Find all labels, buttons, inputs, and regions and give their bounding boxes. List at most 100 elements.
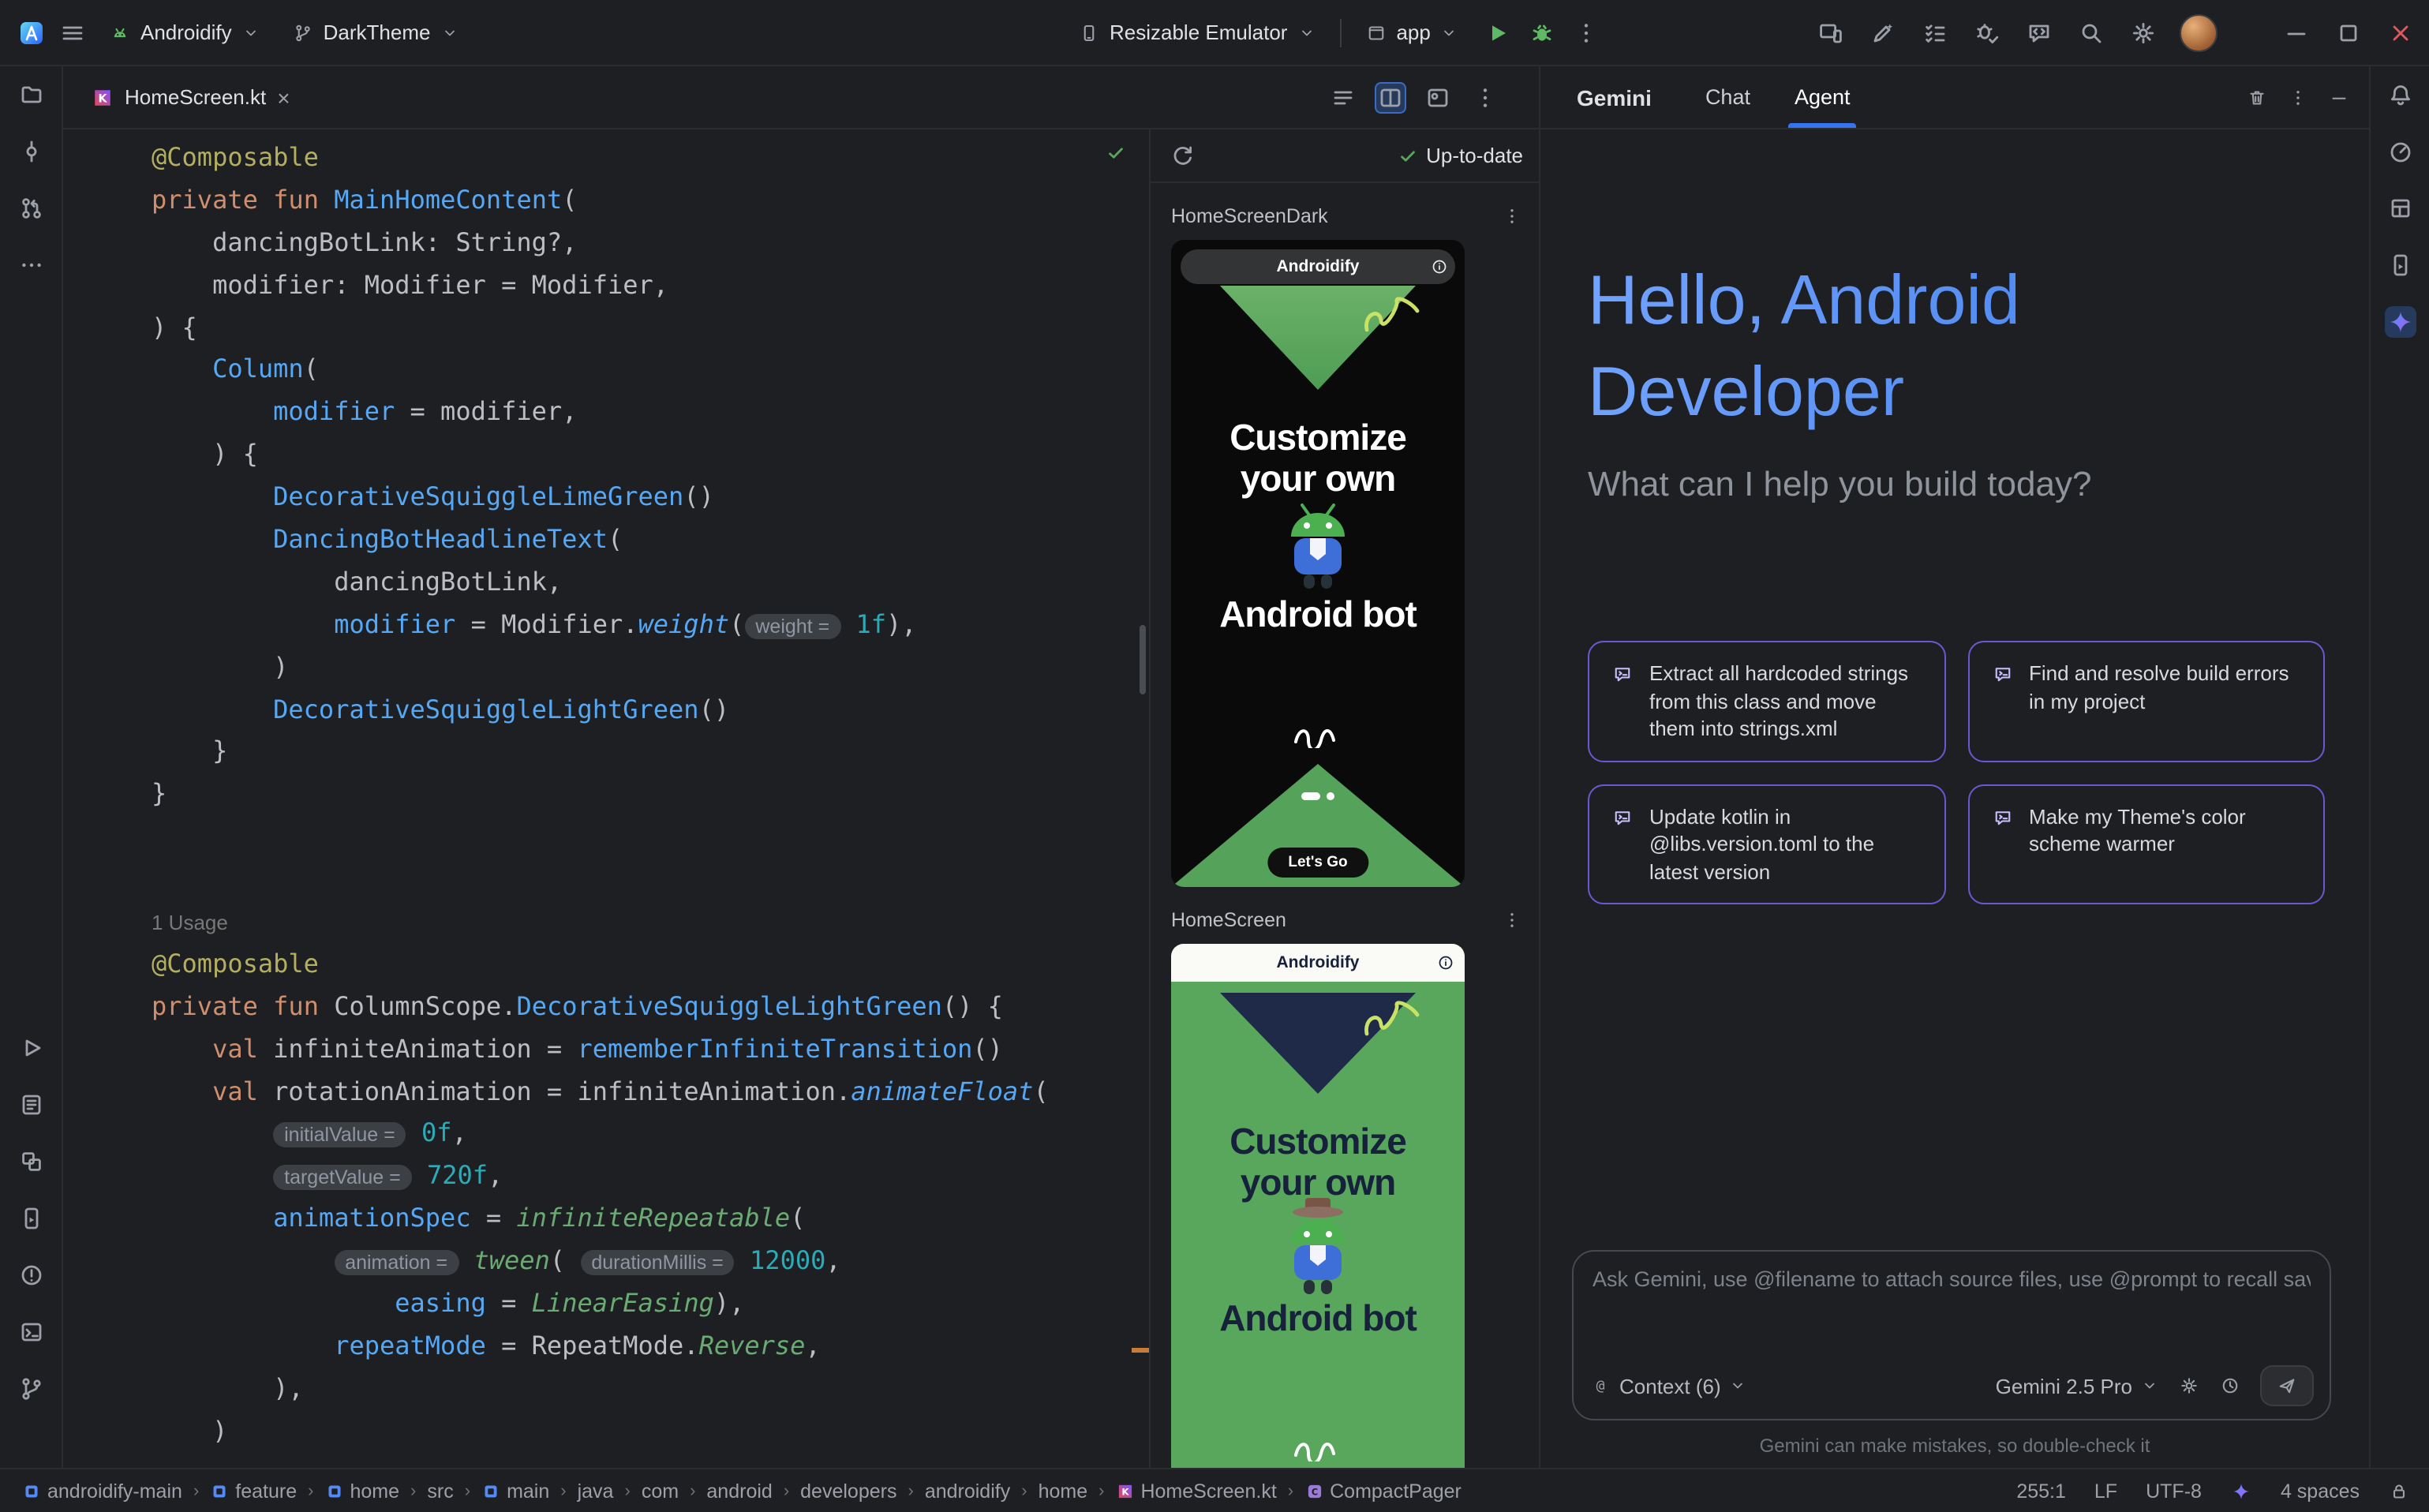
debug-button[interactable] [1527,17,1559,48]
project-folder-icon[interactable] [15,79,47,110]
breadcrumb-item[interactable]: home [1035,1480,1091,1502]
inspections-ok-icon[interactable] [1105,142,1127,164]
close-button[interactable] [2385,17,2416,48]
code-line[interactable]: Column( [152,350,1149,392]
breadcrumb-item[interactable]: developers [797,1480,900,1502]
editor-scrollbar[interactable] [1140,625,1146,694]
file-encoding[interactable]: UTF-8 [2146,1480,2202,1502]
run-config-selector[interactable]: app [1353,14,1469,51]
gemini-settings-icon[interactable] [2178,1375,2200,1397]
split-view-button[interactable] [1375,81,1406,113]
code-editor[interactable]: @Composableprivate fun MainHomeContent( … [63,129,1149,1468]
breadcrumb-item[interactable]: com [638,1480,682,1502]
caret-position[interactable]: 255:1 [2016,1480,2066,1502]
code-line[interactable]: modifier: Modifier = Modifier, [152,264,1149,307]
lock-icon[interactable] [2388,1480,2410,1502]
gemini-tab-chat[interactable]: Chat [1705,66,1750,128]
code-line[interactable]: private fun MainHomeContent( [152,180,1149,223]
code-line[interactable]: @Composable [152,944,1149,986]
terminal-icon[interactable] [15,1316,47,1348]
git-branch-icon[interactable] [15,1373,47,1405]
breadcrumb-item[interactable]: CCompactPager [1301,1480,1465,1502]
code-line[interactable]: val rotationAnimation = infiniteAnimatio… [152,1071,1149,1113]
pull-requests-icon[interactable] [15,193,47,224]
code-line[interactable]: } [152,774,1149,817]
code-line[interactable]: DecorativeSquiggleLightGreen() [152,689,1149,732]
preview-phone-light[interactable]: Androidify Customizeyour own [1171,944,1465,1468]
notifications-icon[interactable] [2384,79,2416,110]
code-line[interactable]: dancingBotLink, [152,562,1149,604]
code-line[interactable]: val infiniteAnimation = rememberInfinite… [152,1028,1149,1071]
code-line[interactable]: targetValue = 720f, [152,1156,1149,1199]
editor-more-icon[interactable] [1469,81,1501,113]
code-line[interactable]: ) [152,1410,1149,1453]
breadcrumb-item[interactable]: java [575,1480,617,1502]
history-icon[interactable] [2219,1375,2241,1397]
project-selector[interactable]: Androidify [98,14,271,51]
gemini-more-icon[interactable] [2287,86,2309,108]
code-view-button[interactable] [1327,81,1359,113]
code-line[interactable]: DecorativeSquiggleLimeGreen() [152,477,1149,519]
code-line[interactable]: easing = LinearEasing), [152,1283,1149,1326]
lets-go-button[interactable]: Let's Go [1267,848,1368,878]
gemini-suggestion-card[interactable]: Update kotlin in @libs.version.toml to t… [1588,784,1945,904]
more-run-actions-icon[interactable] [1571,17,1603,48]
code-line[interactable]: @Composable [152,137,1149,180]
run-button[interactable] [1483,17,1514,48]
code-chat-icon[interactable] [2023,17,2055,48]
settings-gear-icon[interactable] [2128,17,2159,48]
code-line[interactable]: ), [152,1368,1149,1411]
breadcrumb-item[interactable]: main [478,1480,552,1502]
design-view-button[interactable] [1422,81,1454,113]
build-variants-icon[interactable] [15,1146,47,1177]
device-selector[interactable]: Resizable Emulator [1067,14,1327,51]
breadcrumb-item[interactable]: src [424,1480,456,1502]
breadcrumb-item[interactable]: home [321,1480,402,1502]
line-separator[interactable]: LF [2094,1480,2117,1502]
layout-inspector-icon[interactable] [2384,193,2416,224]
code-line[interactable] [152,859,1149,901]
model-selector[interactable]: Gemini 2.5 Pro [1996,1374,2159,1398]
code-line[interactable]: private fun ColumnScope.DecorativeSquigg… [152,986,1149,1029]
code-line[interactable]: ) { [152,307,1149,350]
code-line[interactable]: repeatMode = RepeatMode.Reverse, [152,1326,1149,1368]
gemini-suggestion-card[interactable]: Make my Theme's color scheme warmer [1967,784,2325,904]
code-line[interactable]: animationSpec = infiniteRepeatable( [152,1199,1149,1241]
logcat-icon[interactable] [15,1089,47,1121]
vcs-branch-selector[interactable]: DarkTheme [281,14,470,51]
code-line[interactable]: initialValue = 0f, [152,1113,1149,1156]
code-line[interactable]: modifier = modifier, [152,392,1149,435]
code-line[interactable]: 1 Usage [152,901,1149,944]
hide-panel-icon[interactable] [2328,86,2350,108]
more-horizontal-icon[interactable] [15,249,47,281]
breadcrumb-item[interactable]: KHomeScreen.kt [1112,1480,1279,1502]
minimize-button[interactable] [2281,17,2312,48]
code-line[interactable]: ) { [152,434,1149,477]
ai-pen-icon[interactable] [1867,17,1899,48]
preview-refresh-icon[interactable] [1166,140,1198,171]
context-selector[interactable]: @ Context (6) [1589,1374,1748,1398]
search-icon[interactable] [2075,17,2107,48]
send-button[interactable] [2260,1365,2314,1406]
run-icon[interactable] [15,1032,47,1064]
running-devices-icon[interactable] [15,1203,47,1234]
bug-check-icon[interactable] [1971,17,2003,48]
ai-spark-icon[interactable] [2230,1480,2252,1502]
breadcrumb-item[interactable]: feature [207,1480,300,1502]
commit-icon[interactable] [15,136,47,167]
preview-phone-dark[interactable]: Androidify Customizeyour own [1171,240,1465,887]
breadcrumb-item[interactable]: androidify-main [19,1480,185,1502]
problems-icon[interactable] [15,1259,47,1291]
preview-more-icon[interactable] [1501,909,1523,931]
device-mirror-icon[interactable] [1815,17,1847,48]
avatar[interactable] [2180,13,2218,51]
running-devices-icon[interactable] [2384,249,2416,281]
tab-homescreen-kt[interactable]: K HomeScreen.kt × [63,66,309,128]
clear-chat-icon[interactable] [2246,86,2268,108]
code-line[interactable]: dancingBotLink: String?, [152,223,1149,265]
main-menu-icon[interactable] [57,17,88,48]
gemini-tab-agent[interactable]: Agent [1795,66,1851,128]
gemini-suggestion-card[interactable]: Find and resolve build errors in my proj… [1967,641,2325,762]
preview-more-icon[interactable] [1501,205,1523,227]
code-line[interactable]: animation = tween( durationMillis = 1200… [152,1241,1149,1283]
